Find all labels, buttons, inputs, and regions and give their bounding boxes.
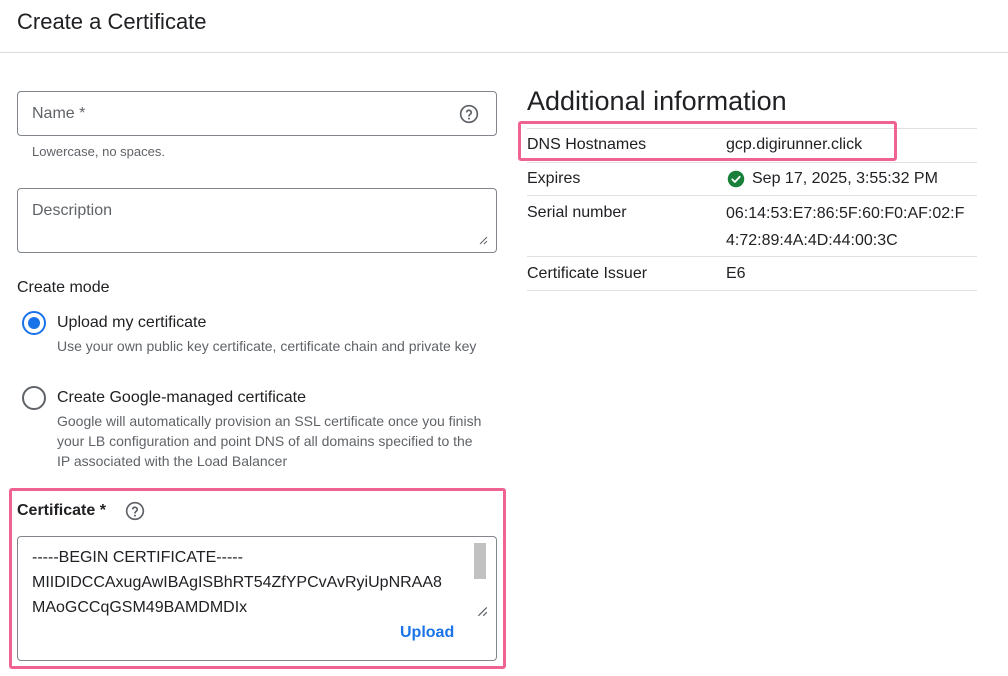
expires-key: Expires <box>527 170 581 187</box>
page-title: Create a Certificate <box>17 9 207 34</box>
help-icon[interactable] <box>459 104 479 124</box>
google-managed-radio[interactable] <box>22 386 46 410</box>
name-hint: Lowercase, no spaces. <box>32 144 165 159</box>
upload-certificate-label[interactable]: Upload my certificate <box>57 314 206 332</box>
description-field[interactable]: Description <box>17 188 497 253</box>
google-managed-label[interactable]: Create Google-managed certificate <box>57 389 306 407</box>
certificate-scrollbar[interactable] <box>472 543 486 579</box>
name-placeholder: Name * <box>32 105 86 122</box>
info-row-serial: Serial number 06:14:53:E7:86:5F:60:F0:AF… <box>527 195 977 256</box>
name-field[interactable]: Name * <box>17 91 497 136</box>
expires-value: Sep 17, 2025, 3:55:32 PM <box>752 170 938 187</box>
serial-number-line1: 06:14:53:E7:86:5F:60:F0:AF:02:F <box>726 205 965 222</box>
serial-number-line2: 4:72:89:4A:4D:44:00:3C <box>726 232 898 249</box>
google-managed-description: Google will automatically provision an S… <box>57 413 482 469</box>
description-placeholder: Description <box>32 202 113 219</box>
resize-grip-icon[interactable] <box>478 235 488 245</box>
certificate-text[interactable]: -----BEGIN CERTIFICATE----- MIIDIDCCAxug… <box>32 545 472 620</box>
scrollbar-thumb[interactable] <box>474 543 486 579</box>
page-header: Create a Certificate <box>0 0 1008 53</box>
certificate-label: Certificate * <box>17 502 106 519</box>
additional-info-title: Additional information <box>527 86 787 116</box>
certificate-help-icon[interactable] <box>125 501 145 521</box>
dns-highlight <box>518 121 897 161</box>
info-row-expires: Expires Sep 17, 2025, 3:55:32 PM <box>527 162 977 195</box>
certificate-resize-grip-icon[interactable] <box>476 605 488 617</box>
create-mode-label: Create mode <box>17 279 110 296</box>
certificate-issuer-key: Certificate Issuer <box>527 265 648 282</box>
serial-number-key: Serial number <box>527 204 627 221</box>
upload-certificate-radio[interactable] <box>22 311 46 335</box>
upload-button[interactable]: Upload <box>400 624 454 642</box>
upload-certificate-description: Use your own public key certificate, cer… <box>57 338 477 354</box>
info-row-issuer: Certificate Issuer E6 <box>527 256 977 291</box>
certificate-issuer-value: E6 <box>726 265 746 282</box>
check-circle-icon <box>727 170 745 188</box>
